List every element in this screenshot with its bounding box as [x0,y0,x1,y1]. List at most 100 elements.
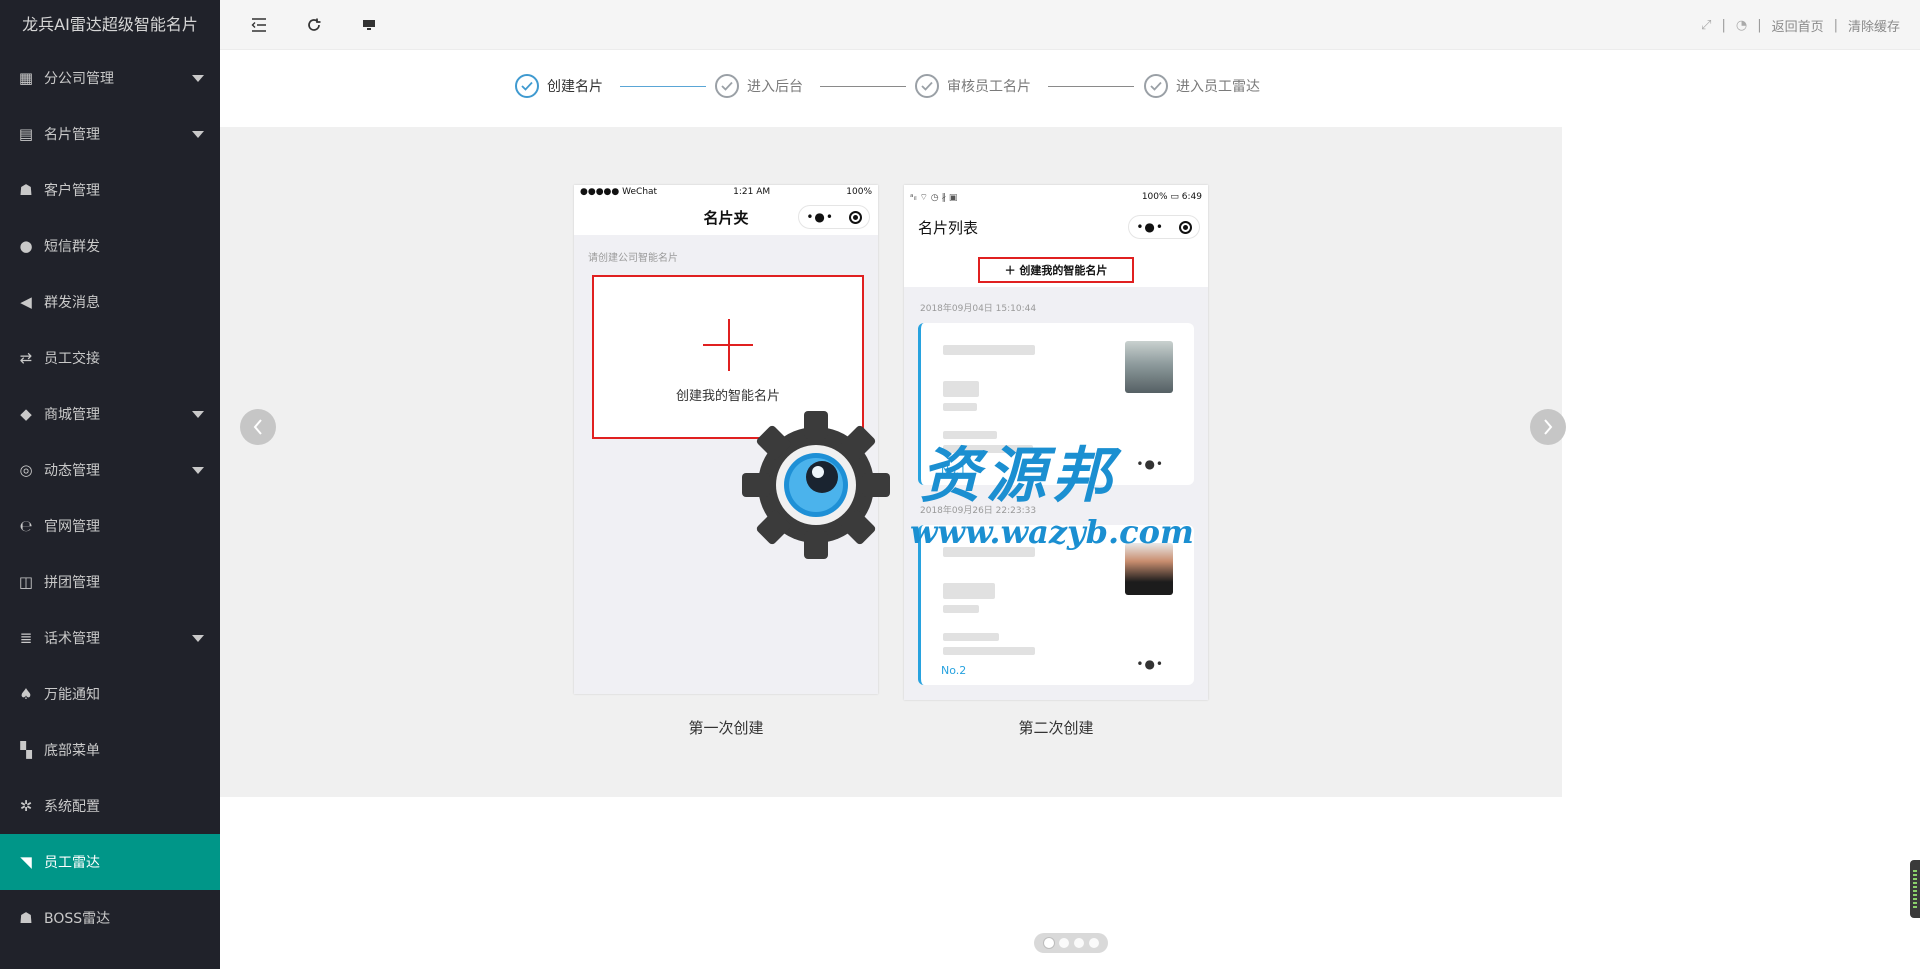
sidebar-item-label: 短信群发 [44,239,100,255]
caption-first-create: 第一次创建 [688,719,764,737]
pager-dot[interactable] [1043,938,1054,948]
sidebar-item-website[interactable]: ℮ 官网管理 [0,498,220,554]
group-icon: ◫ [18,573,34,591]
carousel-prev-button[interactable] [240,409,276,445]
create-my-card-button[interactable]: ＋ 创建我的智能名片 [978,257,1134,283]
watermark-gear-logo [742,411,890,559]
status-time: 1:21 AM [733,187,771,197]
status-left-icons: ᵃᵢₗ ⌔ ◷ ∦ ▣ [910,192,958,203]
phone-status-bar: ●●●●● WeChat 1:21 AM 100% [574,185,878,199]
status-right: 100% ▭ 6:49 [1141,192,1202,202]
sidebar-item-staff-radar[interactable]: ◥ 员工雷达 [0,834,220,890]
caret-down-icon [192,467,204,474]
more-dots-icon: •●• [806,210,834,224]
create-card-label: 创建我的智能名片 [675,389,780,404]
sidebar-item-label: 名片管理 [44,127,100,143]
lower-blank-area [220,797,1562,969]
sidebar-item-label: BOSS雷达 [44,911,111,927]
check-icon [715,74,739,98]
theme-palette-icon[interactable]: ◔ [1736,18,1747,33]
top-header: ⤢ | ◔ | 返回首页 | 清除缓存 [220,0,1920,50]
phone-status-bar: ᵃᵢₗ ⌔ ◷ ∦ ▣ 100% ▭ 6:49 [904,185,1208,209]
carousel-pager [1034,933,1108,953]
step-connector [1048,86,1134,87]
phone-nav-header: 名片夹 •●• [574,199,878,235]
check-icon [915,74,939,98]
sidebar-item-label: 员工交接 [44,351,100,367]
step-label: 创建名片 [547,79,603,95]
monitor-icon[interactable] [358,14,380,36]
sidebar-item-notify[interactable]: ♠ 万能通知 [0,666,220,722]
side-float-widget[interactable] [1910,860,1920,918]
sidebar-item-label: 商城管理 [44,407,100,423]
pager-dot[interactable] [1058,938,1069,948]
sidebar-item-label: 官网管理 [44,519,100,535]
sidebar-item-label: 话术管理 [44,631,100,647]
sidebar-item-groupbuy[interactable]: ◫ 拼团管理 [0,554,220,610]
step-enter-staff-radar: 进入员工雷达 [1144,74,1260,98]
plus-icon [703,344,753,346]
sidebar-item-label: 群发消息 [44,295,100,311]
sidebar-menu: ▣ 概况 ▦ 分公司管理 ▤ 名片管理 ☗ 客户管理 ● 短信群发 ◀ 群发消息… [0,13,220,946]
more-dots-icon[interactable]: •●• [1136,657,1164,671]
sidebar-item-customer[interactable]: ☗ 客户管理 [0,162,220,218]
caret-down-icon [192,131,204,138]
sidebar: ▣ 概况 ▦ 分公司管理 ▤ 名片管理 ☗ 客户管理 ● 短信群发 ◀ 群发消息… [0,0,220,969]
phone-nav-header: 名片列表 •●• [904,209,1208,245]
avatar [1125,341,1173,393]
status-battery: 100% [846,187,872,197]
gear-icon: ✲ [19,797,33,815]
script-icon: ≣ [19,629,33,647]
carousel-next-button[interactable] [1530,409,1566,445]
fullscreen-icon[interactable]: ⤢ [1701,18,1711,33]
close-target-icon [1178,220,1192,234]
divider: | [1757,17,1762,33]
step-connector [820,86,906,87]
sidebar-item-handover[interactable]: ⇄ 员工交接 [0,330,220,386]
sidebar-item-label: 拼团管理 [44,575,100,591]
miniapp-capsule: •●• [798,205,870,229]
refresh-icon[interactable] [303,14,325,36]
sidebar-item-boss-radar[interactable]: ☗ BOSS雷达 [0,890,220,946]
sidebar-item-label: 分公司管理 [44,71,114,87]
more-dots-icon[interactable]: •●• [1136,457,1164,471]
watermark-url: www.wazyb.com [910,513,1194,551]
sidebar-item-label: 员工雷达 [44,855,100,871]
divider: | [1721,17,1726,33]
sidebar-item-label: 万能通知 [44,687,100,703]
sidebar-item-broadcast[interactable]: ◀ 群发消息 [0,274,220,330]
sidebar-item-sms[interactable]: ● 短信群发 [0,218,220,274]
sidebar-item-label: 客户管理 [44,183,100,199]
sidebar-item-feed[interactable]: ◎ 动态管理 [0,442,220,498]
caret-down-icon [192,75,204,82]
main-content: 创建名片 进入后台 审核员工名片 进入员工雷达 ●●●●● WeChat 1:2… [220,50,1566,969]
building-icon: ▦ [18,69,34,87]
clear-cache-link[interactable]: 清除缓存 [1848,16,1900,35]
blurred-name [943,381,979,397]
collapse-menu-icon[interactable] [248,14,270,36]
sidebar-item-shop[interactable]: ◆ 商城管理 [0,386,220,442]
sidebar-item-card[interactable]: ▤ 名片管理 [0,106,220,162]
pager-dot[interactable] [1073,938,1084,948]
miniapp-capsule: •●• [1128,215,1200,239]
blurred-company [943,345,1035,355]
step-enter-backend: 进入后台 [715,74,803,98]
card-number: No.2 [941,664,967,677]
phone-title: 名片列表 [918,218,979,237]
home-link[interactable]: 返回首页 [1772,16,1824,35]
sidebar-item-branch[interactable]: ▦ 分公司管理 [0,50,220,106]
sidebar-item-settings[interactable]: ✲ 系统配置 [0,778,220,834]
blurred-title [943,403,977,411]
status-carrier: ●●●●● WeChat [580,187,658,197]
ie-icon: ℮ [19,517,33,535]
pager-dot[interactable] [1088,938,1099,948]
caption-second-create: 第二次创建 [1018,719,1094,737]
caret-down-icon [192,635,204,642]
blurred-name [943,583,995,599]
step-label: 审核员工名片 [947,79,1031,95]
divider: | [1833,17,1838,33]
sidebar-item-script[interactable]: ≣ 话术管理 [0,610,220,666]
app-title: 龙兵AI雷达超级智能名片 [0,0,220,50]
blurred-title [943,605,979,613]
sidebar-item-bottom-menu[interactable]: ▚ 底部菜单 [0,722,220,778]
